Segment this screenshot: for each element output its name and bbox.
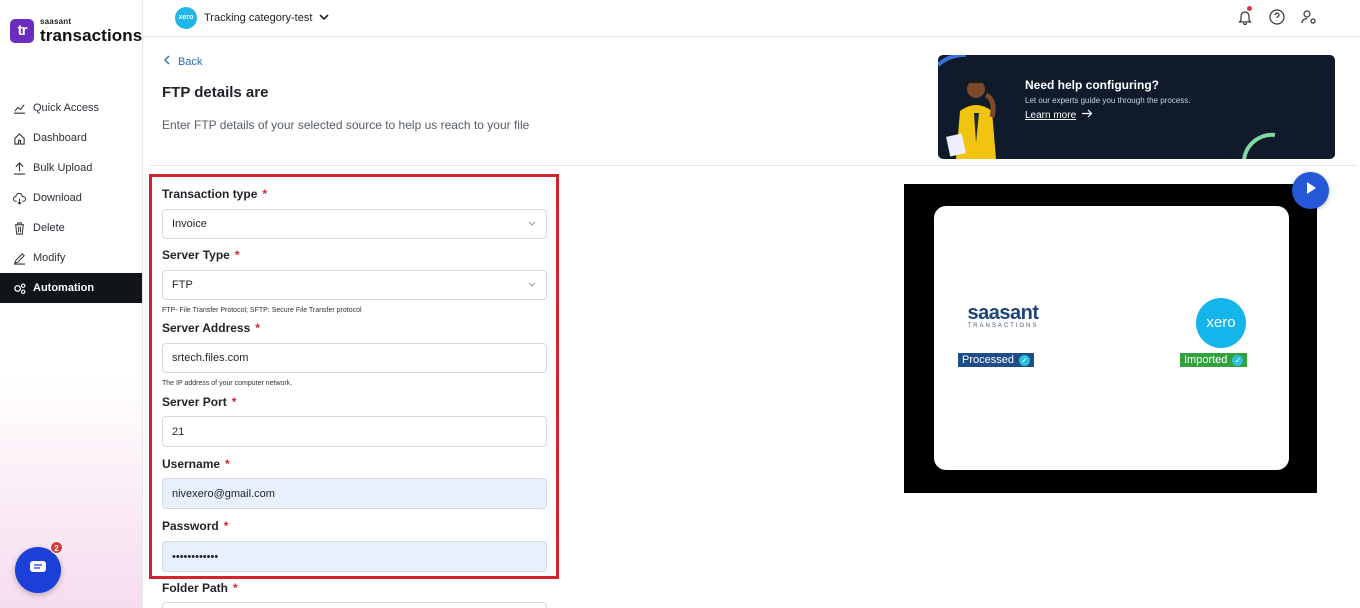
back-link[interactable]: Back <box>163 55 202 68</box>
server-port-value: 21 <box>172 425 185 438</box>
xero-logo: xero <box>1196 298 1246 348</box>
cloud-download-icon <box>12 191 26 205</box>
learn-more-link[interactable]: Learn more <box>1025 109 1093 121</box>
sidebar-item-delete[interactable]: Delete <box>0 213 142 243</box>
server-type-label: Server Type * <box>162 248 240 262</box>
sidebar-item-label: Automation <box>33 282 95 294</box>
logo-small-text: saasant <box>40 17 72 26</box>
password-value: •••••••••••• <box>172 550 219 563</box>
sidebar-item-modify[interactable]: Modify <box>0 243 142 273</box>
bell-icon[interactable] <box>1236 6 1254 26</box>
processed-badge: Processed ✓ <box>958 353 1034 367</box>
transaction-type-label: Transaction type * <box>162 187 268 201</box>
transaction-type-select[interactable]: Invoice <box>162 209 547 239</box>
imported-badge: Imported ✓ <box>1180 353 1248 367</box>
check-icon: ✓ <box>1232 354 1244 366</box>
upload-icon <box>12 161 26 175</box>
sidebar: tr saasant transactions Quick Access Das… <box>0 0 143 608</box>
sidebar-item-label: Download <box>33 192 82 204</box>
chat-button[interactable] <box>15 547 61 593</box>
org-selector[interactable]: xero Tracking category-test <box>175 7 329 29</box>
sidebar-item-label: Bulk Upload <box>33 162 93 174</box>
sidebar-item-bulk-upload[interactable]: Bulk Upload <box>0 153 142 183</box>
sidebar-item-label: Quick Access <box>33 102 100 114</box>
edit-icon <box>12 251 26 265</box>
help-icon[interactable] <box>1268 8 1286 26</box>
server-type-hint: FTP- File Transfer Protocol; SFTP: Secur… <box>162 307 362 314</box>
folder-path-label: Folder Path * <box>162 581 238 595</box>
video-frame: saasant TRANSACTIONS Processed ✓ xero Im… <box>934 206 1289 470</box>
chevron-left-icon <box>163 55 170 68</box>
username-label: Username * <box>162 457 230 471</box>
server-address-hint: The IP address of your computer network. <box>162 380 293 387</box>
logo-mark: tr <box>10 19 34 43</box>
org-name: Tracking category-test <box>204 12 313 24</box>
trash-icon <box>12 221 26 235</box>
arrow-right-icon <box>1082 109 1093 121</box>
logo-big-text: transactions <box>40 26 143 45</box>
sidebar-item-label: Modify <box>33 252 66 264</box>
password-input[interactable]: •••••••••••• <box>162 541 547 572</box>
video-player[interactable]: saasant TRANSACTIONS Processed ✓ xero Im… <box>904 184 1317 493</box>
chat-badge: 2 <box>50 541 63 554</box>
sidebar-item-label: Dashboard <box>33 132 87 144</box>
chevron-down-icon <box>319 12 329 24</box>
chevron-down-icon <box>528 221 536 226</box>
server-address-label: Server Address * <box>162 321 260 335</box>
help-title: Need help configuring? <box>1025 78 1159 92</box>
help-subtitle: Let our experts guide you through the pr… <box>1025 96 1191 105</box>
saasant-tag: TRANSACTIONS <box>967 323 1039 329</box>
chart-line-icon <box>12 101 26 115</box>
divider <box>150 165 1358 166</box>
app-logo[interactable]: tr saasant transactions <box>10 18 142 44</box>
sidebar-item-automation[interactable]: Automation <box>0 273 142 303</box>
server-type-select[interactable]: FTP <box>162 270 547 300</box>
play-icon <box>1305 181 1317 200</box>
server-port-input[interactable]: 21 <box>162 416 547 447</box>
sidebar-item-dashboard[interactable]: Dashboard <box>0 123 142 153</box>
page-subtitle: Enter FTP details of your selected sourc… <box>162 118 530 132</box>
folder-path-input[interactable] <box>162 602 547 608</box>
server-type-value: FTP <box>172 279 193 291</box>
play-button[interactable] <box>1292 172 1329 209</box>
password-label: Password * <box>162 519 229 533</box>
saasant-logo: saasant TRANSACTIONS <box>958 302 1048 329</box>
learn-more-label: Learn more <box>1025 109 1077 121</box>
username-input[interactable]: nivexero@gmail.com <box>162 478 547 509</box>
back-label: Back <box>178 55 203 68</box>
imported-label: Imported <box>1184 354 1228 366</box>
server-port-label: Server Port * <box>162 395 237 409</box>
saasant-word: saasant <box>967 302 1040 324</box>
sidebar-item-quick-access[interactable]: Quick Access <box>0 93 142 123</box>
username-value: nivexero@gmail.com <box>172 487 275 500</box>
gears-icon <box>12 281 26 295</box>
processed-label: Processed <box>962 354 1014 366</box>
topbar: xero Tracking category-test <box>143 0 1360 37</box>
sidebar-item-download[interactable]: Download <box>0 183 142 213</box>
user-settings-icon[interactable] <box>1300 8 1318 26</box>
server-address-value: srtech.files.com <box>172 352 249 364</box>
sidebar-item-label: Delete <box>33 222 65 234</box>
transaction-type-value: Invoice <box>172 218 207 230</box>
home-icon <box>12 131 26 145</box>
xero-logo-icon: xero <box>175 7 197 29</box>
decor-arc <box>1242 132 1276 159</box>
page-title: FTP details are <box>162 84 269 101</box>
server-address-input[interactable]: srtech.files.com <box>162 343 547 373</box>
support-person-illustration <box>938 55 996 159</box>
chevron-down-icon <box>528 282 536 287</box>
check-icon: ✓ <box>1018 354 1030 366</box>
chat-icon <box>29 560 47 581</box>
sidebar-nav: Quick Access Dashboard Bulk Upload Downl… <box>0 93 142 303</box>
help-card: Need help configuring? Let our experts g… <box>938 55 1335 159</box>
